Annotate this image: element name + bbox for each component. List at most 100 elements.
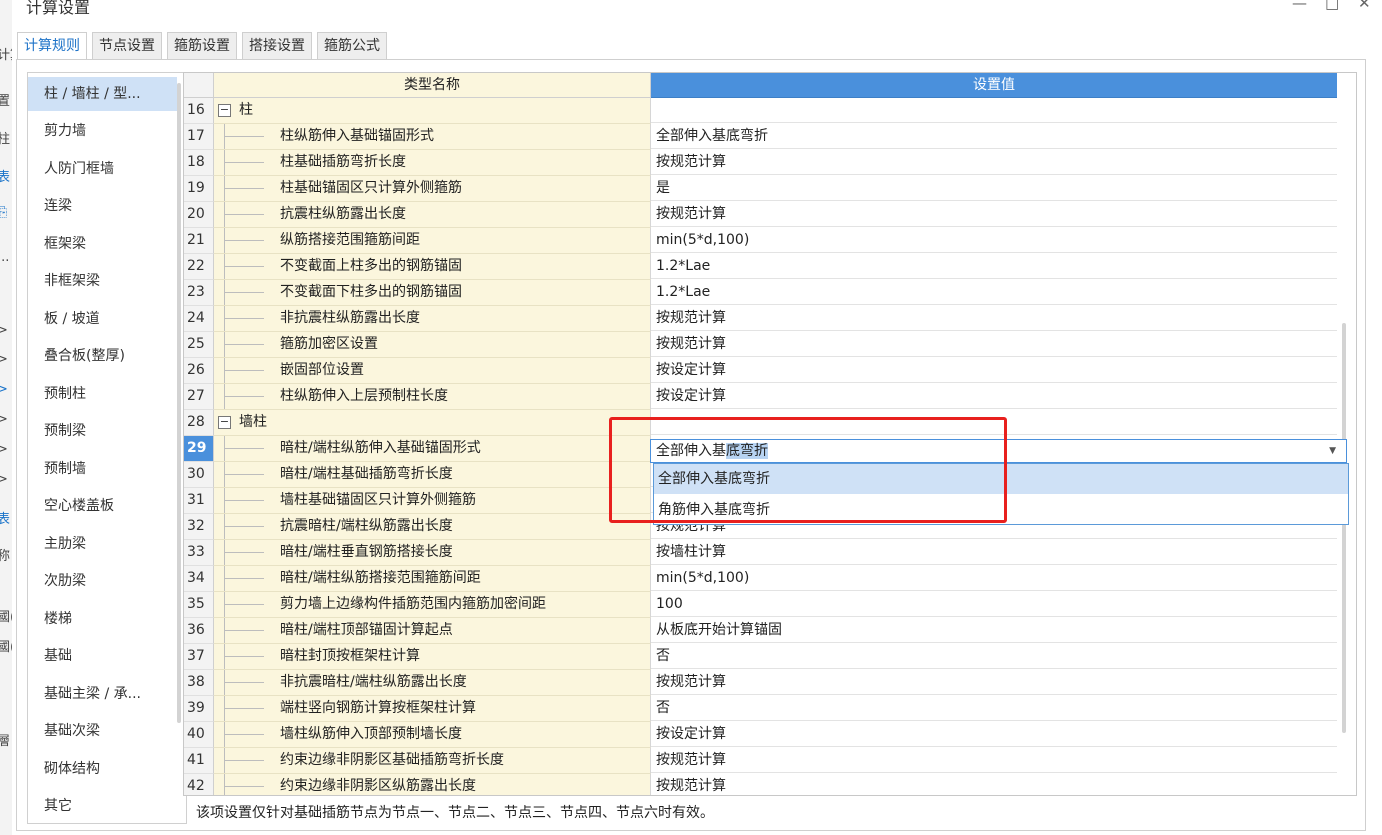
nav-item-foundation-secondary-beam[interactable]: 基础次梁 [28, 714, 177, 748]
row-number[interactable]: 29 [184, 436, 214, 462]
row-number[interactable]: 19 [184, 176, 214, 202]
row-number[interactable]: 25 [184, 332, 214, 358]
row-number[interactable]: 28 [184, 410, 214, 436]
restore-button[interactable]: □ [1325, 0, 1339, 12]
nav-item-masonry[interactable]: 砌体结构 [28, 752, 177, 786]
value-cell[interactable]: 从板底开始计算锚固 [651, 618, 1337, 643]
value-cell[interactable] [651, 98, 1337, 123]
value-cell[interactable]: 按规范计算 [651, 150, 1337, 175]
nav-item-column[interactable]: 柱 / 墙柱 / 型... [28, 77, 177, 111]
value-cell[interactable]: 按规范计算 [651, 306, 1337, 331]
collapse-icon[interactable]: − [218, 104, 231, 117]
table-row[interactable]: 23 不变截面下柱多出的钢筋锚固 1.2*Lae [184, 280, 1337, 306]
value-cell[interactable]: 按规范计算 [651, 748, 1337, 773]
component-type-list[interactable]: 柱 / 墙柱 / 型... 剪力墙 人防门框墙 连梁 框架梁 非框架梁 板 / … [27, 72, 187, 824]
table-row[interactable]: 40 墙柱纵筋伸入顶部预制墙长度 按设定计算 [184, 722, 1337, 748]
table-row[interactable]: 42 约束边缘非阴影区纵筋露出长度 按规范计算 [184, 774, 1337, 795]
dropdown-option-all-bars[interactable]: 全部伸入基底弯折 [654, 464, 1348, 494]
value-cell[interactable]: min(5*d,100) [651, 566, 1337, 591]
row-number[interactable]: 31 [184, 488, 214, 514]
minimize-button[interactable]: — [1292, 0, 1307, 12]
table-row[interactable]: 27 柱纵筋伸入上层预制柱长度 按设定计算 [184, 384, 1337, 410]
nav-item-shear-wall[interactable]: 剪力墙 [28, 114, 177, 148]
row-number[interactable]: 42 [184, 774, 214, 795]
row-number[interactable]: 23 [184, 280, 214, 306]
value-cell[interactable]: 是 [651, 176, 1337, 201]
nav-item-main-rib-beam[interactable]: 主肋梁 [28, 527, 177, 561]
nav-item-precast-beam[interactable]: 预制梁 [28, 414, 177, 448]
row-number[interactable]: 30 [184, 462, 214, 488]
value-cell[interactable]: 按规范计算 [651, 332, 1337, 357]
nav-item-frame-beam[interactable]: 框架梁 [28, 227, 177, 261]
nav-item-precast-column[interactable]: 预制柱 [28, 377, 177, 411]
nav-item-foundation-main-beam[interactable]: 基础主梁 / 承... [28, 677, 177, 711]
value-cell[interactable]: 按设定计算 [651, 722, 1337, 747]
value-cell[interactable]: 按规范计算 [651, 670, 1337, 695]
value-cell[interactable]: 按设定计算 [651, 384, 1337, 409]
table-row[interactable]: 38 非抗震暗柱/端柱纵筋露出长度 按规范计算 [184, 670, 1337, 696]
dropdown-option-corner-bars[interactable]: 角筋伸入基底弯折 [654, 495, 1348, 525]
row-number[interactable]: 20 [184, 202, 214, 228]
table-row[interactable]: 19 柱基础锚固区只计算外侧箍筋 是 [184, 176, 1337, 202]
nav-item-composite-slab[interactable]: 叠合板(整厚) [28, 339, 177, 373]
table-row[interactable]: 17 柱纵筋伸入基础锚固形式 全部伸入基底弯折 [184, 124, 1337, 150]
value-cell[interactable]: 全部伸入基底弯折 [651, 124, 1337, 149]
nav-scrollbar[interactable] [177, 83, 181, 723]
row-number[interactable]: 36 [184, 618, 214, 644]
table-row[interactable]: 39 端柱竖向钢筋计算按框架柱计算 否 [184, 696, 1337, 722]
value-cell[interactable]: min(5*d,100) [651, 228, 1337, 253]
row-number[interactable]: 33 [184, 540, 214, 566]
table-row[interactable]: 36 暗柱/端柱顶部锚固计算起点 从板底开始计算锚固 [184, 618, 1337, 644]
value-cell[interactable]: 按设定计算 [651, 358, 1337, 383]
value-cell[interactable]: 按规范计算 [651, 774, 1337, 795]
table-row[interactable]: 26 嵌固部位设置 按设定计算 [184, 358, 1337, 384]
table-row[interactable]: 34 暗柱/端柱纵筋搭接范围箍筋间距 min(5*d,100) [184, 566, 1337, 592]
row-number[interactable]: 27 [184, 384, 214, 410]
table-row[interactable]: 21 纵筋搭接范围箍筋间距 min(5*d,100) [184, 228, 1337, 254]
row-number[interactable]: 39 [184, 696, 214, 722]
tab-calc-rules[interactable]: 计算规则 [17, 32, 87, 60]
group-row[interactable]: 28− 墙柱 [184, 410, 1337, 436]
nav-item-coupling-beam[interactable]: 连梁 [28, 189, 177, 223]
row-number[interactable]: 21 [184, 228, 214, 254]
nav-item-slab-ramp[interactable]: 板 / 坡道 [28, 302, 177, 336]
collapse-icon[interactable]: − [218, 416, 231, 429]
anchor-form-combo[interactable]: 全部伸入基底弯折 ▼ [650, 439, 1347, 463]
value-cell[interactable]: 1.2*Lae [651, 254, 1337, 279]
value-cell[interactable]: 否 [651, 696, 1337, 721]
table-row[interactable]: 25 箍筋加密区设置 按规范计算 [184, 332, 1337, 358]
table-row[interactable]: 41 约束边缘非阴影区基础插筋弯折长度 按规范计算 [184, 748, 1337, 774]
row-number[interactable]: 35 [184, 592, 214, 618]
nav-item-secondary-rib-beam[interactable]: 次肋梁 [28, 564, 177, 598]
tab-lap-settings[interactable]: 搭接设置 [242, 32, 312, 59]
value-cell[interactable]: 按规范计算 [651, 202, 1337, 227]
row-number[interactable]: 24 [184, 306, 214, 332]
row-number[interactable]: 18 [184, 150, 214, 176]
value-cell[interactable] [651, 410, 1337, 435]
row-number[interactable]: 38 [184, 670, 214, 696]
value-cell[interactable]: 按墙柱计算 [651, 540, 1337, 565]
nav-item-hollow-slab[interactable]: 空心楼盖板 [28, 489, 177, 523]
chevron-down-icon[interactable]: ▼ [1329, 440, 1336, 462]
tab-node-settings[interactable]: 节点设置 [92, 32, 162, 59]
row-number[interactable]: 37 [184, 644, 214, 670]
table-row[interactable]: 33 暗柱/端柱垂直钢筋搭接长度 按墙柱计算 [184, 540, 1337, 566]
table-row[interactable]: 22 不变截面上柱多出的钢筋锚固 1.2*Lae [184, 254, 1337, 280]
table-row[interactable]: 24 非抗震柱纵筋露出长度 按规范计算 [184, 306, 1337, 332]
row-number[interactable]: 40 [184, 722, 214, 748]
row-number[interactable]: 34 [184, 566, 214, 592]
value-cell[interactable]: 1.2*Lae [651, 280, 1337, 305]
table-row[interactable]: 37 暗柱封顶按框架柱计算 否 [184, 644, 1337, 670]
nav-item-other[interactable]: 其它 [28, 789, 177, 823]
tab-stirrup-formula[interactable]: 箍筋公式 [317, 32, 387, 59]
row-number[interactable]: 26 [184, 358, 214, 384]
value-cell[interactable]: 100 [651, 592, 1337, 617]
table-row[interactable]: 18 柱基础插筋弯折长度 按规范计算 [184, 150, 1337, 176]
row-number[interactable]: 22 [184, 254, 214, 280]
nav-item-nonframe-beam[interactable]: 非框架梁 [28, 264, 177, 298]
row-number[interactable]: 32 [184, 514, 214, 540]
nav-item-precast-wall[interactable]: 预制墙 [28, 452, 177, 486]
row-number[interactable]: 41 [184, 748, 214, 774]
row-number[interactable]: 16 [184, 98, 214, 124]
value-cell[interactable]: 否 [651, 644, 1337, 669]
